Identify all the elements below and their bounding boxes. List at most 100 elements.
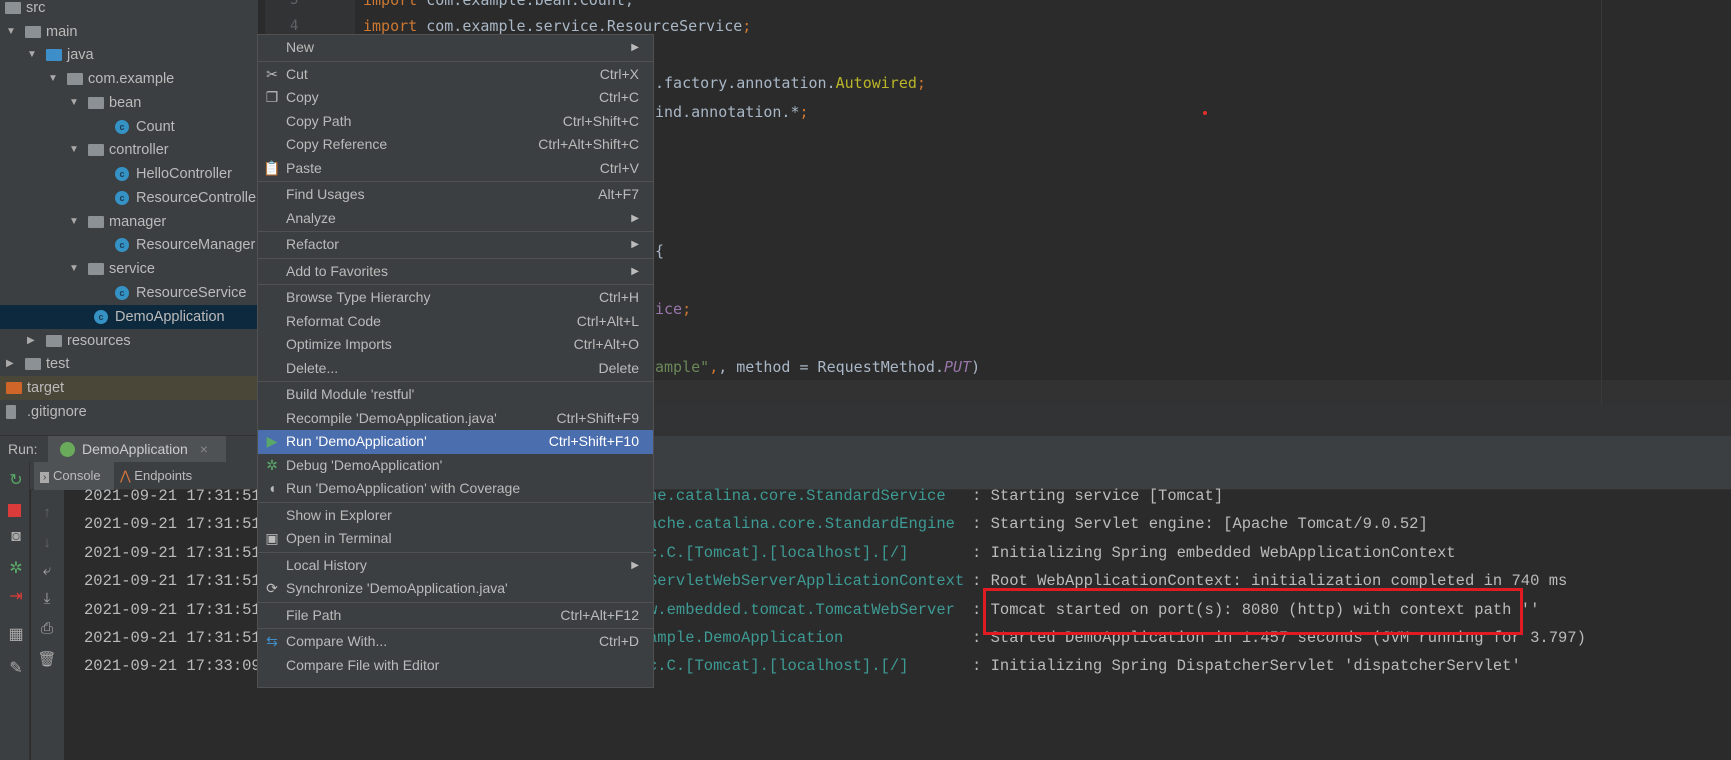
tree-item[interactable]: ▼ manager [0,210,258,234]
console-timestamp: 2021-09-21 17:33:09 [84,657,261,676]
tree-item[interactable]: c ResourceManager [0,233,258,257]
print-icon[interactable]: ⎙ [37,620,57,637]
menu-item-browse-type-hierarchy[interactable]: Browse Type Hierarchy Ctrl+H [258,286,653,310]
menu-item-copy-reference[interactable]: Copy Reference Ctrl+Alt+Shift+C [258,133,653,157]
terminal-icon: ▣ [265,530,279,546]
menu-item-label: Delete... [286,359,339,376]
chevron-down-icon[interactable]: ▼ [6,20,16,44]
menu-item-reformat-code[interactable]: Reformat Code Ctrl+Alt+L [258,310,653,334]
tree-item[interactable]: c ResourceService [0,281,258,305]
tree-item[interactable]: c DemoApplication [0,305,258,329]
menu-item-label: Run 'DemoApplication' with Coverage [286,480,521,496]
console-timestamp: 2021-09-21 17:31:51 [84,515,261,534]
tree-item[interactable]: src [0,0,258,20]
tree-item-label: controller [109,142,169,158]
tree-item[interactable]: ▼ bean [0,91,258,115]
code-line: import com.example.service.ResourceServi… [363,17,752,35]
tree-item[interactable]: ▶ test [0,352,258,376]
menu-item-synchronize-demoapplication-java[interactable]: ⟳ Synchronize 'DemoApplication.java' [258,577,653,601]
tree-item-label: service [109,261,155,277]
menu-item-optimize-imports[interactable]: Optimize Imports Ctrl+Alt+O [258,333,653,357]
menu-item-build-module-restful[interactable]: Build Module 'restful' [258,383,653,407]
tab-console[interactable]: › Console [34,462,114,490]
menu-item-label: Copy [286,89,319,105]
menu-item-show-in-explorer[interactable]: Show in Explorer [258,504,653,528]
project-tree[interactable]: src ▼ main ▼ java ▼ com.example ▼ bean c Count ▼ con… [0,0,261,435]
chevron-down-icon[interactable]: ▼ [69,210,79,234]
menu-item-file-path[interactable]: File Path Ctrl+Alt+F12 [258,604,653,628]
menu-item-find-usages[interactable]: Find Usages Alt+F7 [258,183,653,207]
console-logger: w.embedded.tomcat.TomcatWebServer [648,600,955,619]
scroll-to-end-icon[interactable]: ⤓ [37,590,57,607]
class-icon: c [115,286,129,300]
menu-item-add-to-favorites[interactable]: Add to Favorites ▶ [258,260,653,284]
menu-item-delete[interactable]: Delete... Delete [258,357,653,381]
tree-item[interactable]: .gitignore [0,400,258,424]
resources-folder-icon [46,335,62,347]
close-icon[interactable]: × [200,441,208,457]
debug-icon[interactable]: ✲ [6,558,26,578]
tree-item-label: .gitignore [27,404,87,420]
menu-item-new[interactable]: New ▶ [258,36,653,60]
menu-item-refactor[interactable]: Refactor ▶ [258,233,653,257]
trash-icon[interactable]: 🗑 [37,650,57,668]
tree-item[interactable]: ▼ java [0,43,258,67]
menu-item-run-demoapplication-with-coverage[interactable]: ◖ Run 'DemoApplication' with Coverage [258,477,653,501]
tree-item-label: manager [109,214,167,230]
menu-item-copy[interactable]: ❐ Copy Ctrl+C [258,86,653,110]
tree-item[interactable]: ▼ main [0,20,258,44]
menu-item-shortcut: Ctrl+Shift+F9 [556,409,639,426]
chevron-right-icon[interactable]: ▶ [27,329,35,353]
menu-item-open-in-terminal[interactable]: ▣ Open in Terminal [258,527,653,551]
rerun-icon[interactable]: ↻ [6,470,26,490]
menu-item-run-demoapplication[interactable]: ▶ Run 'DemoApplication' Ctrl+Shift+F10 [258,430,653,454]
run-actions-toolbar: ↻ ◙ ✲ ⇥ ▦ ✎ [0,462,30,760]
menu-item-cut[interactable]: ✂ Cut Ctrl+X [258,63,653,87]
soft-wrap-icon[interactable]: ⤶ [37,562,57,579]
tree-item[interactable]: c ResourceController [0,186,261,210]
debug-icon: ✲ [266,456,278,473]
chevron-down-icon[interactable]: ▼ [69,257,79,281]
pin-icon[interactable]: ✎ [6,658,26,678]
tree-item[interactable]: c HelloController [0,162,258,186]
tree-item[interactable]: c Count [0,115,258,139]
camera-icon[interactable]: ◙ [6,528,26,546]
console-logger: ServletWebServerApplicationContext [648,572,965,591]
code-line: ind.annotation.*; [655,103,809,121]
menu-item-local-history[interactable]: Local History ▶ [258,554,653,578]
chevron-down-icon[interactable]: ▼ [48,67,58,91]
chevron-down-icon[interactable]: ▼ [69,91,79,115]
copy-icon: ❐ [265,89,279,105]
menu-item-copy-path[interactable]: Copy Path Ctrl+Shift+C [258,110,653,134]
tree-item[interactable]: ▼ com.example [0,67,258,91]
error-marker [1203,111,1207,115]
tree-item-label: bean [109,95,142,111]
tree-item[interactable]: ▼ controller [0,138,258,162]
chevron-down-icon[interactable]: ▼ [27,43,37,67]
clipboard-icon: 📋 [263,159,281,176]
submenu-arrow-icon: ▶ [631,239,639,250]
tree-item[interactable]: ▶ resources [0,329,258,353]
up-arrow-icon[interactable]: ↑ [37,504,57,521]
menu-item-paste[interactable]: 📋 Paste Ctrl+V [258,157,653,181]
layout-icon[interactable]: ▦ [6,624,26,644]
tree-item-label: com.example [88,71,175,87]
menu-item-compare-file-with-editor[interactable]: Compare File with Editor [258,654,653,678]
down-arrow-icon[interactable]: ↓ [37,534,57,551]
menu-item-compare-with[interactable]: ⇆ Compare With... Ctrl+D [258,630,653,654]
run-tab-demoapplication[interactable]: DemoApplication × [48,436,226,463]
menu-item-recompile-demoapplication-java[interactable]: Recompile 'DemoApplication.java' Ctrl+Shi… [258,407,653,431]
tree-item-label: HelloController [136,166,232,182]
chevron-right-icon[interactable]: ▶ [6,352,14,376]
chevron-down-icon[interactable]: ▼ [69,138,79,162]
tree-item[interactable]: ▼ service [0,257,258,281]
tree-item[interactable]: target [0,376,258,400]
run-tab-label: DemoApplication [82,441,188,457]
menu-item-analyze[interactable]: Analyze ▶ [258,207,653,231]
menu-item-debug-demoapplication[interactable]: ✲ Debug 'DemoApplication' [258,454,653,478]
stop-icon[interactable] [8,504,21,517]
line-number: 4 [290,18,299,34]
tab-endpoints[interactable]: ⋀ Endpoints [116,462,206,490]
exit-icon[interactable]: ⇥ [6,586,26,606]
tree-item-label: src [26,0,46,16]
